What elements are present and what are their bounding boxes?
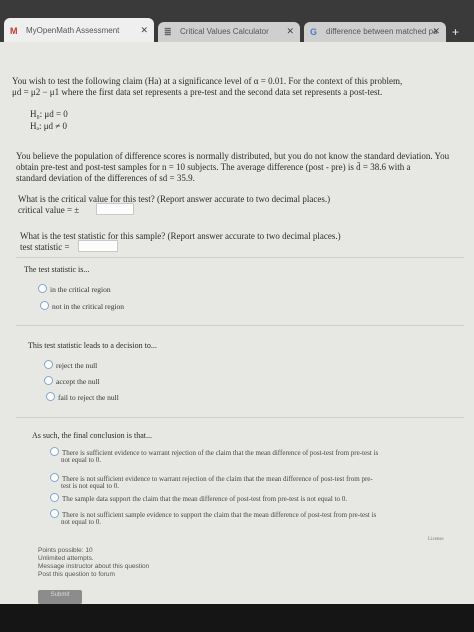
post-to-forum-link[interactable]: Post this question to forum [38, 571, 115, 578]
test-statistic-prompt: What is the test statistic for this samp… [20, 231, 341, 241]
tab-title: difference between matched pa [326, 27, 438, 36]
google-icon: G [310, 27, 318, 37]
radio-button[interactable] [50, 473, 59, 482]
divider [16, 325, 464, 326]
radio-button[interactable] [44, 360, 53, 369]
decision-prompt: This test statistic leads to a decision … [28, 341, 157, 350]
tab-title: MyOpenMath Assessment [26, 26, 120, 35]
decision-option-reject[interactable]: reject the null [44, 360, 97, 370]
myopenmath-icon: M [10, 26, 18, 36]
new-tab-button[interactable]: + [452, 25, 459, 39]
context-line3: standard deviation of the differences of… [16, 173, 195, 183]
radio-button[interactable] [40, 301, 49, 310]
conclusion-option-4-line2: not equal to 0. [61, 518, 102, 526]
radio-button[interactable] [38, 284, 47, 293]
critical-value-input[interactable] [96, 203, 134, 215]
decision-option-fail-to-reject[interactable]: fail to reject the null [46, 392, 119, 402]
points-possible: Points possible: 10 [38, 547, 93, 554]
critical-value-prompt: What is the critical value for this test… [18, 194, 331, 204]
tab-title: Critical Values Calculator [180, 27, 269, 36]
radio-button[interactable] [50, 493, 59, 502]
conclusion-prompt: As such, the final conclusion is that... [32, 431, 152, 440]
test-statistic-label: test statistic = [20, 242, 70, 252]
test-statistic-input[interactable] [78, 240, 118, 252]
assessment-page: You wish to test the following claim (Ha… [0, 42, 474, 604]
region-option-in[interactable]: in the critical region [38, 284, 111, 294]
critical-value-label: critical value = ± [18, 205, 80, 215]
null-hypothesis: H₀: μd = 0 [30, 109, 68, 119]
question-intro-line2: μd = μ2 − μ1 where the first data set re… [12, 87, 383, 97]
radio-button[interactable] [50, 447, 59, 456]
radio-button[interactable] [50, 509, 59, 518]
conclusion-option-3[interactable]: The sample data support the claim that t… [50, 493, 347, 504]
context-line2: obtain pre-test and post-test samples fo… [16, 162, 411, 172]
close-icon[interactable]: ✕ [286, 26, 294, 37]
conclusion-option-1-line2: not equal to 0. [61, 456, 102, 464]
divider [16, 257, 464, 258]
region-prompt: The test statistic is... [24, 265, 90, 274]
context-line1: You believe the population of difference… [16, 151, 450, 161]
radio-button[interactable] [46, 392, 55, 401]
message-instructor-link[interactable]: Message instructor about this question [38, 563, 149, 570]
tab-google-search[interactable]: G difference between matched pa ✕ [304, 22, 446, 42]
question-intro-line1: You wish to test the following claim (Ha… [12, 76, 403, 86]
submit-button[interactable]: Submit [38, 590, 82, 604]
close-icon[interactable]: ✕ [140, 25, 148, 36]
divider [16, 417, 464, 418]
license-link[interactable]: License [428, 535, 444, 544]
close-icon[interactable]: ✕ [432, 26, 440, 37]
radio-button[interactable] [44, 376, 53, 385]
attempts-info: Unlimited attempts. [38, 555, 94, 562]
conclusion-option-2-line2: test is not equal to 0. [61, 482, 119, 490]
calculator-icon: ≣ [164, 27, 172, 37]
decision-option-accept[interactable]: accept the null [44, 376, 100, 386]
alternative-hypothesis: Hₐ: μd ≠ 0 [30, 121, 67, 131]
browser-tab-bar: M MyOpenMath Assessment ✕ ≣ Critical Val… [0, 0, 474, 42]
tab-myopenmath[interactable]: M MyOpenMath Assessment ✕ [4, 18, 154, 42]
region-option-not-in[interactable]: not in the critical region [40, 301, 124, 311]
monitor-bezel [0, 604, 474, 632]
tab-critical-values[interactable]: ≣ Critical Values Calculator ✕ [158, 22, 300, 42]
